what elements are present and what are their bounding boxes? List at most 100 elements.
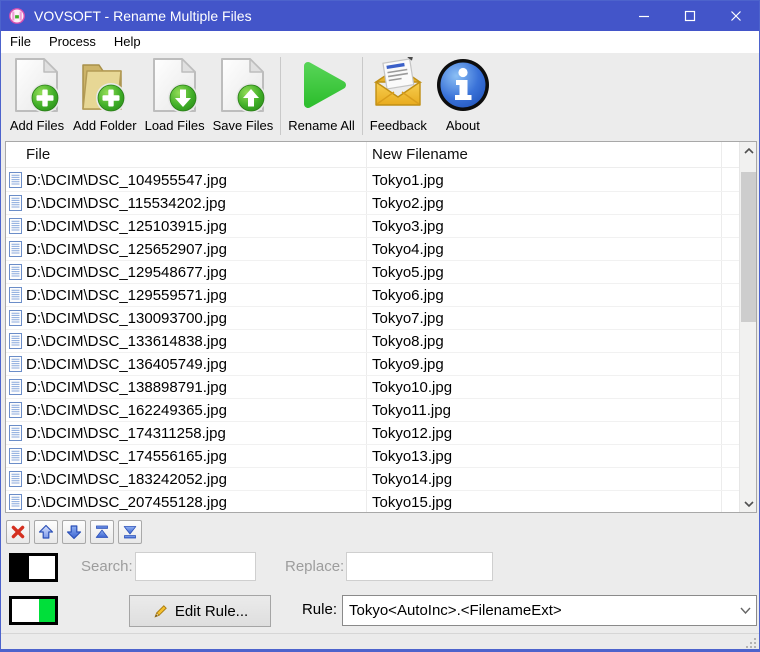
file-doc-icon	[9, 195, 22, 211]
chevron-down-icon	[739, 607, 751, 614]
rule-value: Tokyo<AutoInc>.<FilenameExt>	[349, 602, 562, 619]
add-folder-icon	[82, 64, 127, 113]
arrow-to-bottom-icon	[123, 526, 137, 539]
move-down-button[interactable]	[62, 520, 86, 544]
list-header: File New Filename	[6, 142, 756, 168]
toggle-fill	[39, 599, 55, 622]
table-row[interactable]: D:\DCIM\DSC_104955547.jpg Tokyo1.jpg	[6, 169, 739, 192]
table-row[interactable]: D:\DCIM\DSC_129559571.jpg Tokyo6.jpg	[6, 284, 739, 307]
table-row[interactable]: D:\DCIM\DSC_174556165.jpg Tokyo13.jpg	[6, 445, 739, 468]
maximize-button[interactable]	[667, 1, 713, 31]
replace-input[interactable]	[346, 552, 493, 581]
rule-enable-toggle[interactable]	[9, 596, 58, 625]
table-row[interactable]: D:\DCIM\DSC_138898791.jpg Tokyo10.jpg	[6, 376, 739, 399]
new-filename: Tokyo7.jpg	[372, 309, 444, 327]
file-path: D:\DCIM\DSC_104955547.jpg	[26, 171, 227, 189]
file-path: D:\DCIM\DSC_162249365.jpg	[26, 401, 227, 419]
move-to-top-button[interactable]	[90, 520, 114, 544]
file-doc-icon	[9, 402, 22, 418]
toolbar-label: Add Folder	[73, 118, 137, 133]
combo-dropdown-button[interactable]	[734, 596, 756, 625]
file-path: D:\DCIM\DSC_129559571.jpg	[26, 286, 227, 304]
delete-selected-button[interactable]	[6, 520, 30, 544]
about-info-icon	[436, 59, 489, 111]
resize-grip-icon[interactable]	[745, 637, 756, 648]
table-row[interactable]: D:\DCIM\DSC_115534202.jpg Tokyo2.jpg	[6, 192, 739, 215]
file-path: D:\DCIM\DSC_183242052.jpg	[26, 470, 227, 488]
titlebar: VOVSOFT - Rename Multiple Files	[1, 1, 759, 31]
table-row[interactable]: D:\DCIM\DSC_129548677.jpg Tokyo5.jpg	[6, 261, 739, 284]
feedback-button[interactable]: Feedback	[366, 56, 431, 133]
new-filename: Tokyo5.jpg	[372, 263, 444, 281]
replace-label: Replace:	[285, 558, 345, 575]
feedback-envelope-icon	[374, 57, 423, 106]
close-icon	[731, 11, 741, 21]
file-doc-icon	[9, 264, 22, 280]
about-button[interactable]: About	[431, 56, 495, 133]
column-header-new-filename[interactable]: New Filename	[372, 146, 468, 163]
new-filename: Tokyo12.jpg	[372, 424, 453, 442]
file-path: D:\DCIM\DSC_125103915.jpg	[26, 217, 227, 235]
file-doc-icon	[9, 471, 22, 487]
toggle-fill	[12, 556, 29, 579]
new-filename: Tokyo13.jpg	[372, 447, 453, 465]
minimize-button[interactable]	[621, 1, 667, 31]
add-folder-button[interactable]: Add Folder	[69, 56, 141, 133]
add-files-button[interactable]: Add Files	[5, 56, 69, 133]
scroll-down-button[interactable]	[740, 495, 756, 512]
rename-all-icon	[303, 62, 346, 108]
save-files-button[interactable]: Save Files	[209, 56, 278, 133]
new-filename: Tokyo6.jpg	[372, 286, 444, 304]
toolbar-label: Feedback	[369, 118, 427, 133]
pencil-icon	[154, 604, 167, 618]
scroll-up-button[interactable]	[740, 142, 756, 159]
rule-label: Rule:	[301, 601, 337, 618]
move-up-button[interactable]	[34, 520, 58, 544]
delete-x-icon	[11, 525, 25, 539]
file-doc-icon	[9, 494, 22, 510]
file-path: D:\DCIM\DSC_136405749.jpg	[26, 355, 227, 373]
rule-combobox[interactable]: Tokyo<AutoInc>.<FilenameExt>	[342, 595, 757, 626]
load-files-button[interactable]: Load Files	[141, 56, 209, 133]
new-filename: Tokyo10.jpg	[372, 378, 453, 396]
toolbar-label: About	[445, 118, 480, 133]
table-row[interactable]: D:\DCIM\DSC_136405749.jpg Tokyo9.jpg	[6, 353, 739, 376]
file-doc-icon	[9, 379, 22, 395]
maximize-icon	[684, 10, 696, 22]
arrow-to-top-icon	[95, 525, 109, 538]
close-button[interactable]	[713, 1, 759, 31]
search-input[interactable]	[135, 552, 256, 581]
table-row[interactable]: D:\DCIM\DSC_207455128.jpg Tokyo15.jpg	[6, 491, 739, 512]
new-filename: Tokyo1.jpg	[372, 171, 444, 189]
table-row[interactable]: D:\DCIM\DSC_162249365.jpg Tokyo11.jpg	[6, 399, 739, 422]
toolbar-label: Add Files	[9, 118, 65, 133]
new-filename: Tokyo3.jpg	[372, 217, 444, 235]
vertical-scrollbar[interactable]	[739, 142, 756, 512]
window-title: VOVSOFT - Rename Multiple Files	[34, 8, 252, 24]
file-doc-icon	[9, 333, 22, 349]
new-filename: Tokyo15.jpg	[372, 493, 453, 511]
table-row[interactable]: D:\DCIM\DSC_183242052.jpg Tokyo14.jpg	[6, 468, 739, 491]
new-filename: Tokyo8.jpg	[372, 332, 444, 350]
file-list: File New Filename D:\DCIM\DSC_104955547.…	[5, 141, 757, 513]
table-row[interactable]: D:\DCIM\DSC_130093700.jpg Tokyo7.jpg	[6, 307, 739, 330]
column-header-file[interactable]: File	[26, 146, 50, 163]
table-row[interactable]: D:\DCIM\DSC_174311258.jpg Tokyo12.jpg	[6, 422, 739, 445]
vovsoft-logo-icon	[9, 8, 25, 24]
list-action-bar	[6, 520, 142, 544]
menu-process[interactable]: Process	[40, 31, 105, 53]
file-doc-icon	[9, 448, 22, 464]
search-enable-toggle[interactable]	[9, 553, 58, 582]
move-to-bottom-button[interactable]	[118, 520, 142, 544]
scrollbar-thumb[interactable]	[741, 172, 756, 322]
toolbar-separator	[361, 57, 363, 135]
edit-rule-button[interactable]: Edit Rule...	[129, 595, 271, 627]
table-row[interactable]: D:\DCIM\DSC_125652907.jpg Tokyo4.jpg	[6, 238, 739, 261]
file-path: D:\DCIM\DSC_125652907.jpg	[26, 240, 227, 258]
menu-file[interactable]: File	[1, 31, 40, 53]
rename-all-button[interactable]: Rename All	[284, 56, 358, 133]
menu-help[interactable]: Help	[105, 31, 150, 53]
file-path: D:\DCIM\DSC_174311258.jpg	[26, 424, 226, 442]
table-row[interactable]: D:\DCIM\DSC_125103915.jpg Tokyo3.jpg	[6, 215, 739, 238]
table-row[interactable]: D:\DCIM\DSC_133614838.jpg Tokyo8.jpg	[6, 330, 739, 353]
